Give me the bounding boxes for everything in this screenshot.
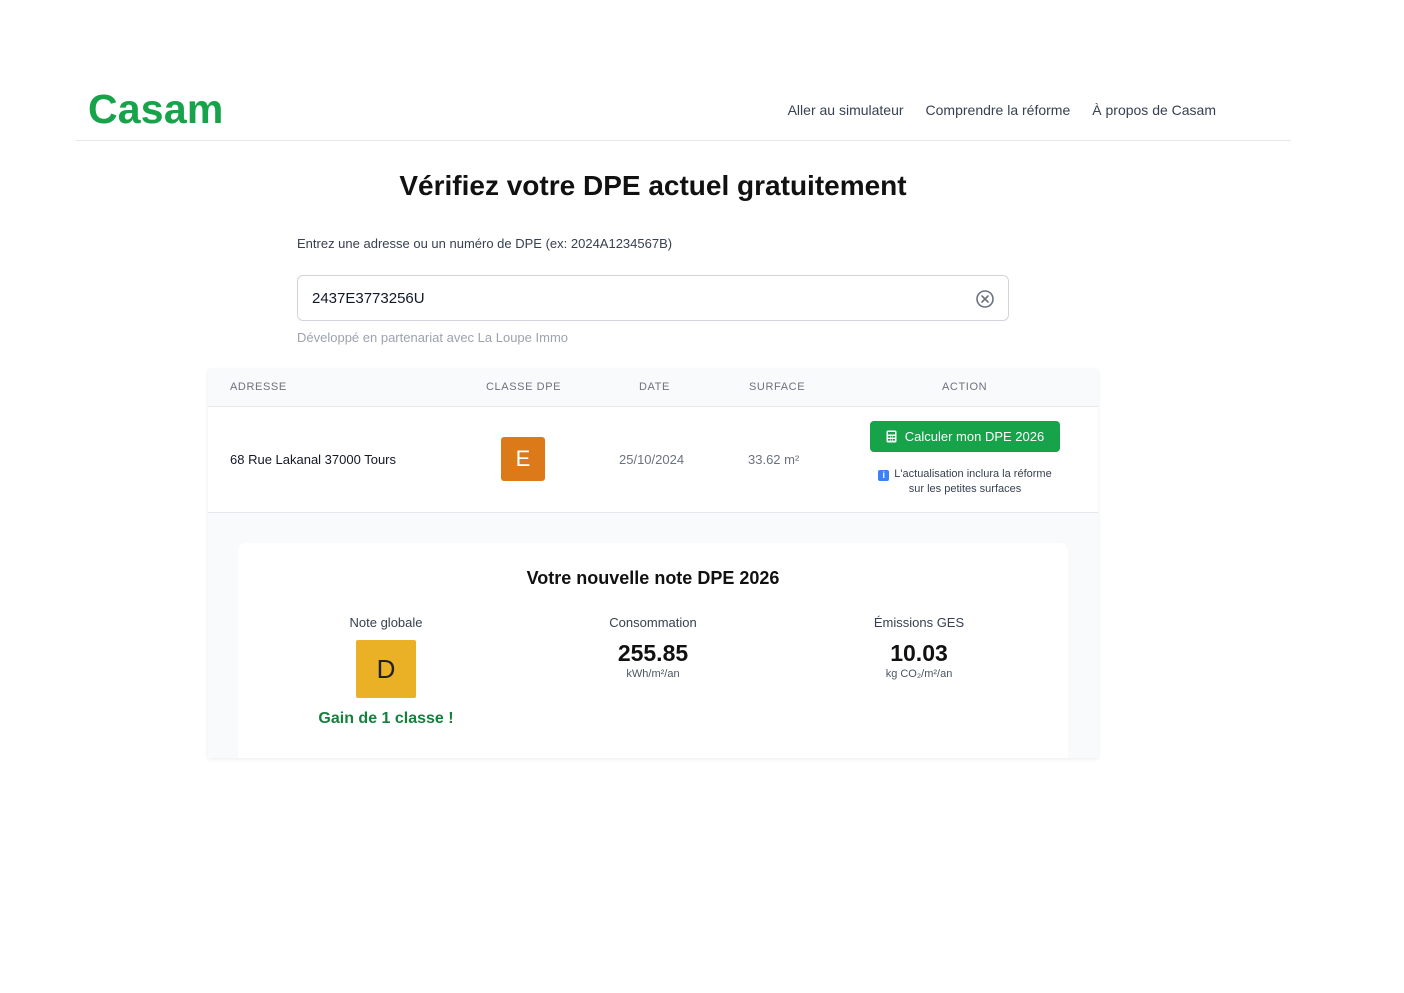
main-nav: Aller au simulateur Comprendre la réform… bbox=[788, 102, 1216, 118]
action-note: i L'actualisation inclura la réforme sur … bbox=[870, 467, 1060, 497]
nav-link-a-propos[interactable]: À propos de Casam bbox=[1092, 102, 1216, 118]
consommation-value: 255.85 bbox=[617, 640, 689, 666]
consommation-block: Consommation 255.85 kWh/m²/an bbox=[553, 615, 753, 680]
row-surface: 33.62 m² bbox=[748, 452, 800, 467]
emissions-unit: kg CO₂/m²/an bbox=[885, 668, 953, 680]
info-icon: i bbox=[878, 470, 890, 481]
emissions-block: Émissions GES 10.03 kg CO₂/m²/an bbox=[819, 615, 1019, 680]
emissions-label: Émissions GES bbox=[873, 615, 965, 630]
partner-note: Développé en partenariat avec La Loupe I… bbox=[297, 330, 569, 345]
consommation-label: Consommation bbox=[609, 615, 697, 630]
emissions-value: 10.03 bbox=[890, 640, 948, 666]
search-box bbox=[297, 275, 1009, 321]
note-globale-label: Note globale bbox=[349, 615, 423, 630]
page-title: Vérifiez votre DPE actuel gratuitement bbox=[399, 170, 907, 201]
consommation-unit: kWh/m²/an bbox=[626, 668, 680, 680]
results-card: ADRESSE CLASSE DPE DATE SURFACE ACTION 6… bbox=[208, 369, 1098, 758]
note-globale-block: Note globale D Gain de 1 classe ! bbox=[286, 615, 486, 728]
row-address: 68 Rue Lakanal 37000 Tours bbox=[230, 452, 396, 467]
action-note-text: L'actualisation inclura la réforme sur l… bbox=[894, 468, 1052, 495]
result-title: Votre nouvelle note DPE 2026 bbox=[526, 568, 780, 588]
col-header-date: DATE bbox=[639, 381, 670, 393]
calculate-dpe-button[interactable]: Calculer mon DPE 2026 bbox=[870, 421, 1060, 452]
table-row: 68 Rue Lakanal 37000 Tours E 25/10/2024 … bbox=[208, 407, 1098, 513]
new-dpe-class-badge: D bbox=[356, 640, 416, 698]
site-header: Casam Aller au simulateur Comprendre la … bbox=[76, 82, 1291, 141]
col-header-classe: CLASSE DPE bbox=[486, 381, 562, 393]
col-header-action: ACTION bbox=[942, 381, 988, 393]
logo[interactable]: Casam bbox=[88, 86, 223, 133]
calculator-icon bbox=[886, 430, 897, 443]
clear-icon[interactable] bbox=[975, 289, 995, 309]
dpe-class-badge: E bbox=[501, 437, 545, 481]
calculate-dpe-label: Calculer mon DPE 2026 bbox=[904, 429, 1045, 444]
result-panel: Votre nouvelle note DPE 2026 Note global… bbox=[238, 543, 1068, 758]
table-header: ADRESSE CLASSE DPE DATE SURFACE ACTION bbox=[208, 369, 1098, 407]
gain-text: Gain de 1 classe ! bbox=[318, 710, 454, 727]
nav-link-simulateur[interactable]: Aller au simulateur bbox=[788, 102, 904, 118]
col-header-surface: SURFACE bbox=[749, 381, 806, 393]
search-input[interactable] bbox=[312, 276, 952, 320]
col-header-adresse: ADRESSE bbox=[230, 381, 287, 393]
nav-link-reforme[interactable]: Comprendre la réforme bbox=[926, 102, 1071, 118]
row-date: 25/10/2024 bbox=[619, 452, 685, 467]
search-label: Entrez une adresse ou un numéro de DPE (… bbox=[297, 236, 673, 251]
